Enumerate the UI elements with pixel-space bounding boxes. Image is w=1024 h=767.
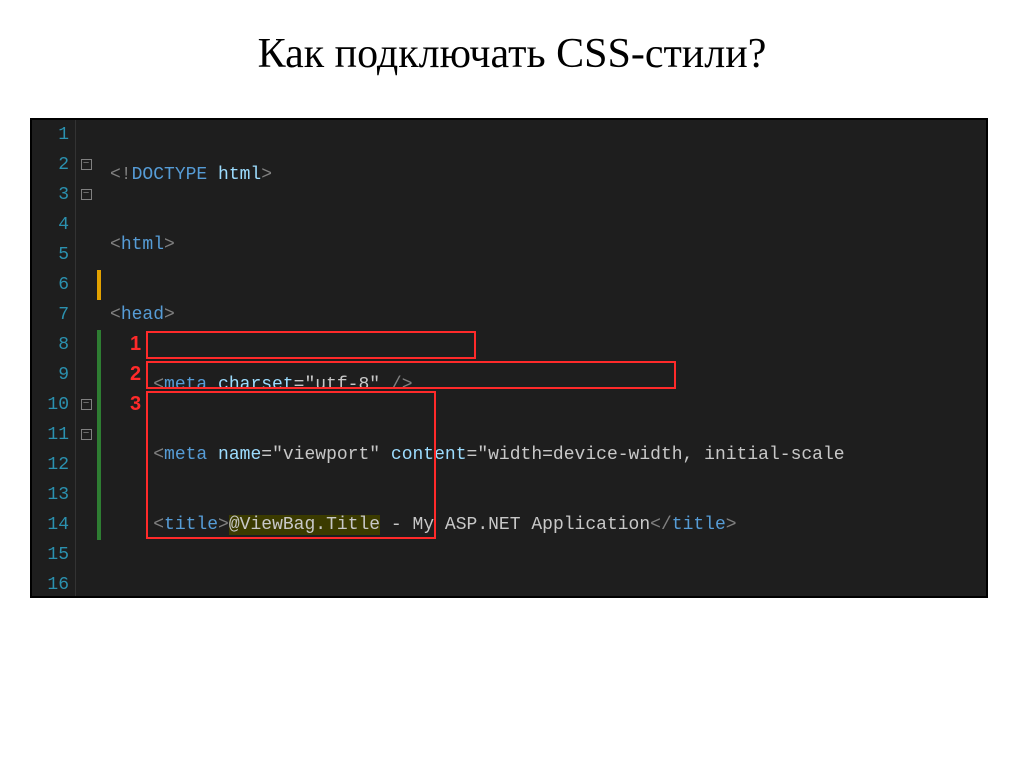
fold-toggle-icon[interactable]: − bbox=[81, 399, 92, 410]
annotation-number-1: 1 bbox=[130, 333, 141, 356]
slide: Как подключать CSS-стили? 1 2 3 4 5 6 7 … bbox=[0, 0, 1024, 598]
fold-column: − − − − bbox=[76, 120, 96, 596]
line-number: 3 bbox=[32, 180, 75, 210]
code-line: <!DOCTYPE html> bbox=[110, 160, 986, 190]
line-number: 8 bbox=[32, 330, 75, 360]
line-number: 4 bbox=[32, 210, 75, 240]
code-line bbox=[110, 580, 986, 598]
line-number: 10 bbox=[32, 390, 75, 420]
fold-toggle-icon[interactable]: − bbox=[81, 429, 92, 440]
fold-toggle-icon[interactable]: − bbox=[81, 189, 92, 200]
line-number: 7 bbox=[32, 300, 75, 330]
line-number: 5 bbox=[32, 240, 75, 270]
code-line: <title>@ViewBag.Title - My ASP.NET Appli… bbox=[110, 510, 986, 540]
line-number: 2 bbox=[32, 150, 75, 180]
line-number-gutter: 1 2 3 4 5 6 7 8 9 10 11 12 13 14 15 16 bbox=[32, 120, 76, 596]
line-number: 13 bbox=[32, 480, 75, 510]
line-number: 16 bbox=[32, 570, 75, 598]
code-area[interactable]: <!DOCTYPE html> <html> <head> <meta char… bbox=[102, 120, 986, 596]
code-line: <meta charset="utf-8" /> bbox=[110, 370, 986, 400]
line-number: 11 bbox=[32, 420, 75, 450]
code-editor: 1 2 3 4 5 6 7 8 9 10 11 12 13 14 15 16 − bbox=[30, 118, 988, 598]
line-number: 12 bbox=[32, 450, 75, 480]
line-number: 14 bbox=[32, 510, 75, 540]
line-number: 6 bbox=[32, 270, 75, 300]
slide-title: Как подключать CSS-стили? bbox=[30, 30, 994, 78]
annotation-box-1 bbox=[146, 331, 476, 359]
line-number: 1 bbox=[32, 120, 75, 150]
line-number: 9 bbox=[32, 360, 75, 390]
code-line: <head> bbox=[110, 300, 986, 330]
code-line: <html> bbox=[110, 230, 986, 260]
code-line: <meta name="viewport" content="width=dev… bbox=[110, 440, 986, 470]
line-number: 15 bbox=[32, 540, 75, 570]
annotation-number-2: 2 bbox=[130, 363, 141, 386]
fold-toggle-icon[interactable]: − bbox=[81, 159, 92, 170]
annotation-number-3: 3 bbox=[130, 393, 141, 416]
